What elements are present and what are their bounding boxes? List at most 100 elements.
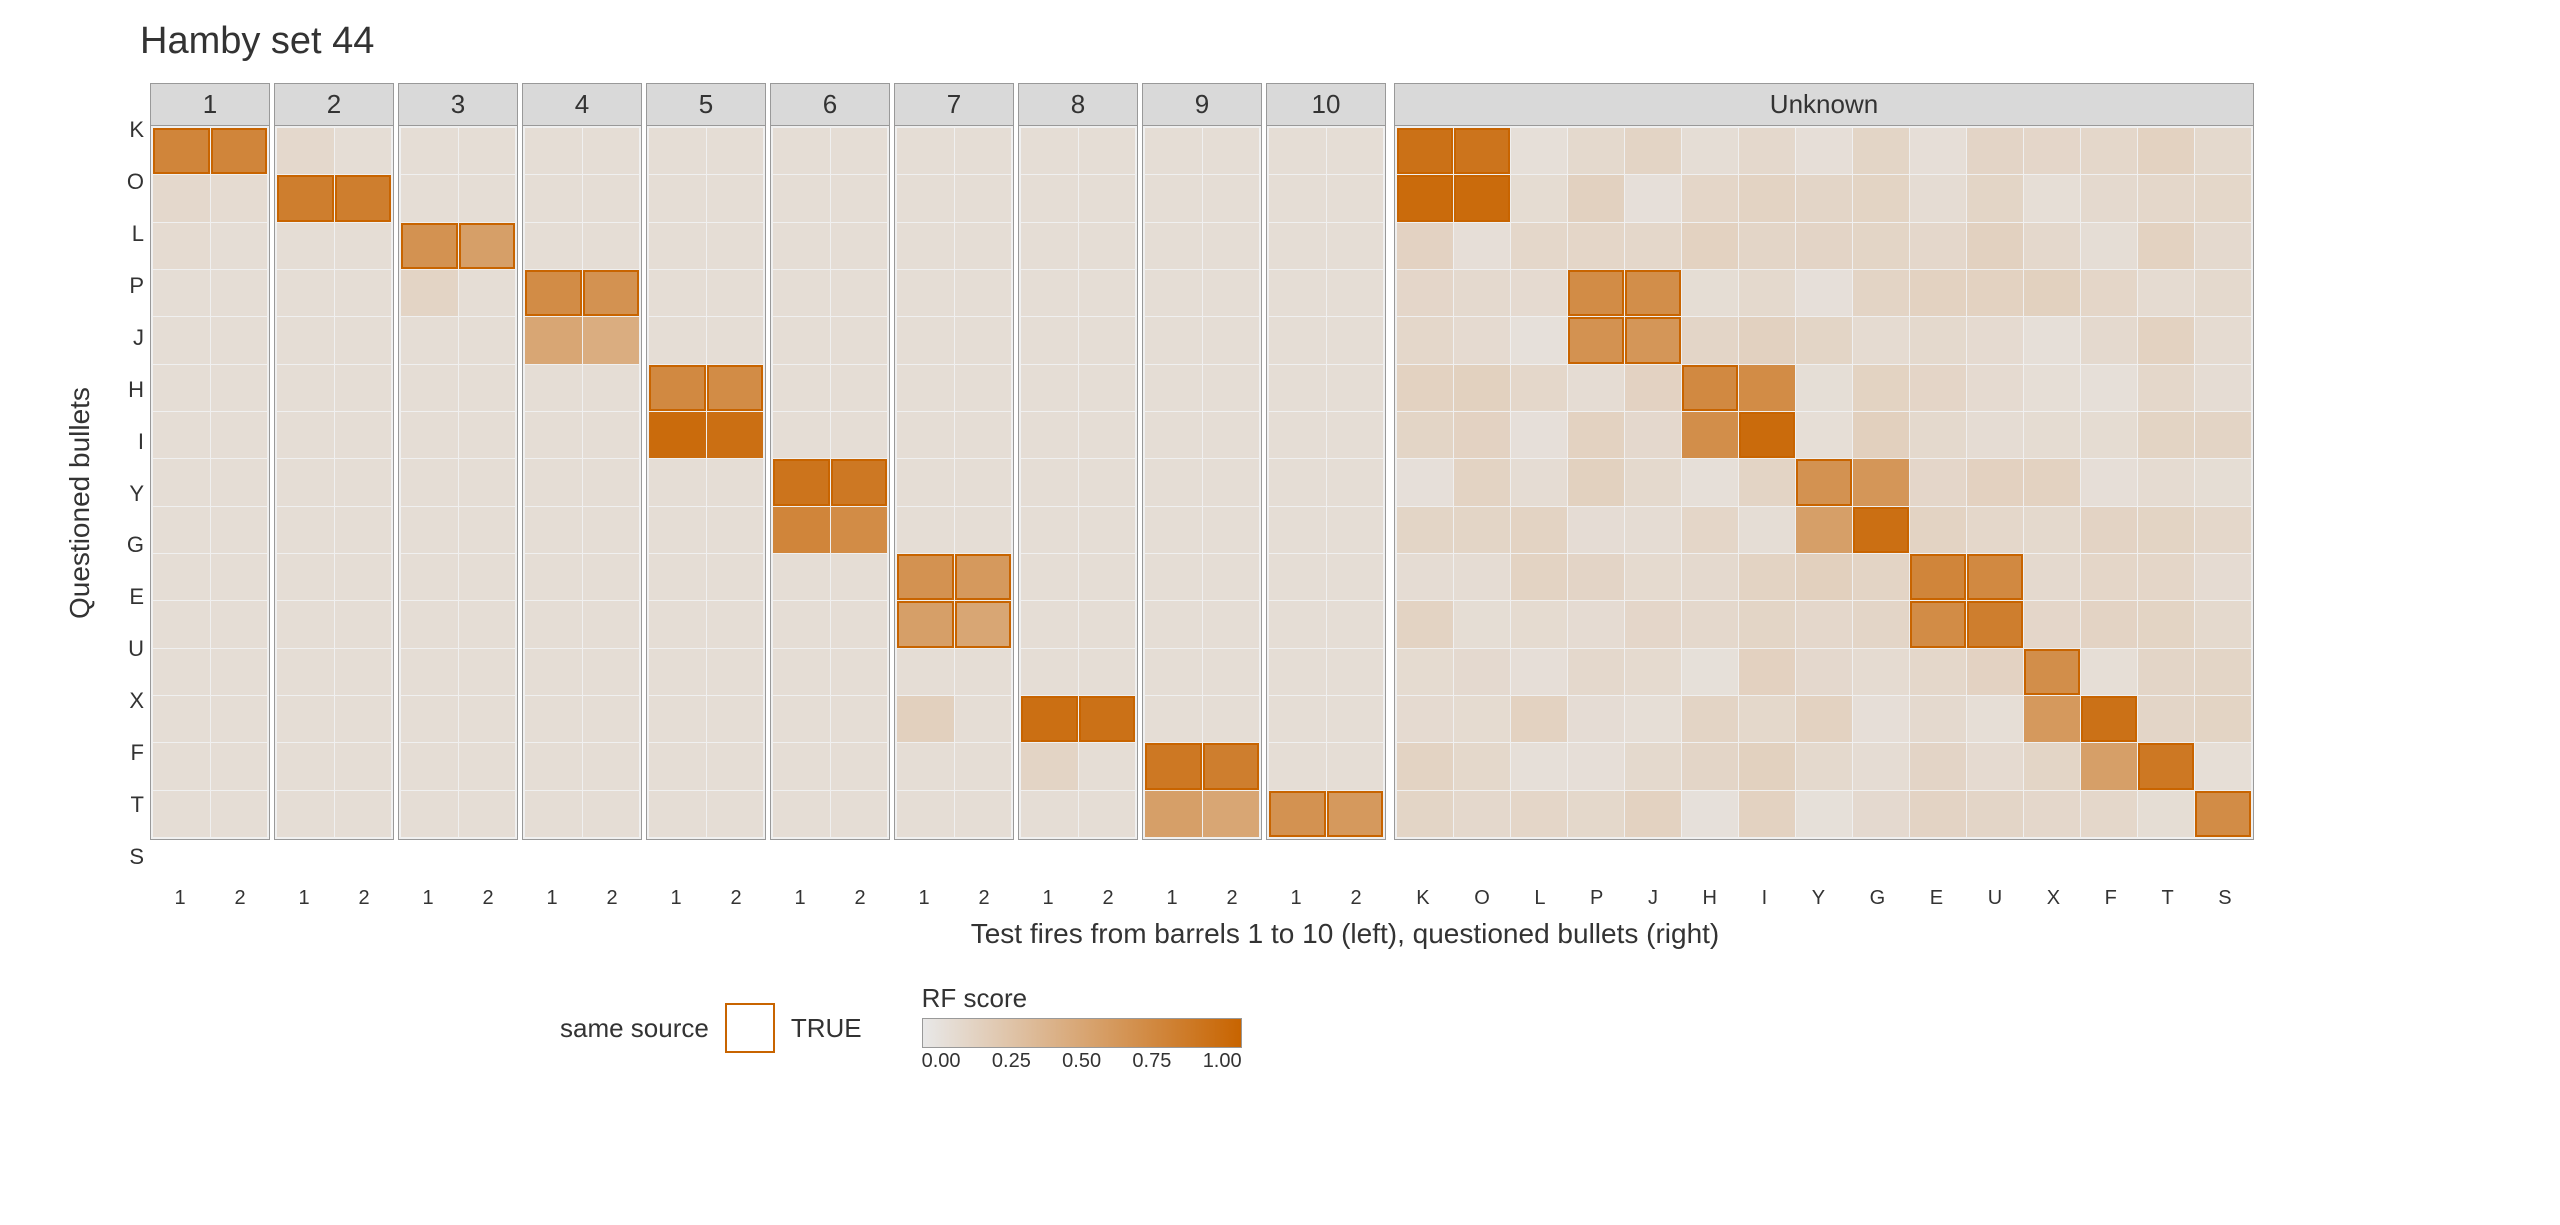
cell-b9-r3-c0 xyxy=(1145,270,1202,316)
cell-unk-r14-c5 xyxy=(1682,791,1738,837)
cell-b3-r0-c1 xyxy=(459,128,516,174)
cell-b7-r1-c0 xyxy=(897,175,954,221)
cell-unk-r12-c3 xyxy=(1568,696,1624,742)
cell-unk-r11-c2 xyxy=(1511,649,1567,695)
cell-unk-r0-c5 xyxy=(1682,128,1738,174)
cell-unk-r2-c4 xyxy=(1625,223,1681,269)
cell-unk-r5-c9 xyxy=(1910,365,1966,411)
cell-b4-r2-c0 xyxy=(525,223,582,269)
cell-unk-r13-c0 xyxy=(1397,743,1453,789)
cell-unk-r3-c6 xyxy=(1739,270,1795,316)
cell-unk-r1-c4 xyxy=(1625,175,1681,221)
cell-b9-r6-c0 xyxy=(1145,412,1202,458)
cell-unk-r2-c13 xyxy=(2138,223,2194,269)
y-tick-Y: Y xyxy=(100,468,150,520)
cell-b2-r10-c1 xyxy=(335,601,392,647)
cell-unk-r8-c13 xyxy=(2138,507,2194,553)
cell-b10-r0-c1 xyxy=(1327,128,1384,174)
cell-unk-r13-c13 xyxy=(2138,743,2194,789)
barrel-panel-7: 7 xyxy=(894,83,1014,840)
cell-b8-r6-c1 xyxy=(1079,412,1136,458)
cell-unk-r9-c7 xyxy=(1796,554,1852,600)
cell-unk-r13-c7 xyxy=(1796,743,1852,789)
cell-b1-r3-c1 xyxy=(211,270,268,316)
cell-b5-r9-c0 xyxy=(649,554,706,600)
cell-b4-r7-c0 xyxy=(525,459,582,505)
cell-unk-r6-c5 xyxy=(1682,412,1738,458)
cell-unk-r14-c7 xyxy=(1796,791,1852,837)
cell-unk-r13-c10 xyxy=(1967,743,2023,789)
x-ticks-unknown: KOLPJHIYGEUXFTS xyxy=(1394,887,2254,910)
cell-b7-r11-c0 xyxy=(897,649,954,695)
barrel-panel-header-9: 9 xyxy=(1143,84,1261,126)
cell-unk-r12-c14 xyxy=(2195,696,2251,742)
cell-b1-r12-c1 xyxy=(211,696,268,742)
cell-b9-r4-c0 xyxy=(1145,317,1202,363)
cell-unk-r4-c2 xyxy=(1511,317,1567,363)
cell-b5-r10-c1 xyxy=(707,601,764,647)
cell-b3-r12-c1 xyxy=(459,696,516,742)
barrel-panel-3: 3 xyxy=(398,83,518,840)
cell-b7-r13-c0 xyxy=(897,743,954,789)
chart-container: Hamby set 44 Questioned bullets K O L P … xyxy=(60,20,2540,1200)
cell-b4-r11-c1 xyxy=(583,649,640,695)
cell-b2-r9-c0 xyxy=(277,554,334,600)
cell-b8-r10-c0 xyxy=(1021,601,1078,647)
cell-unk-r10-c10 xyxy=(1967,601,2023,647)
cell-unk-r14-c9 xyxy=(1910,791,1966,837)
cell-unk-r2-c0 xyxy=(1397,223,1453,269)
cell-b10-r14-c0 xyxy=(1269,791,1326,837)
cell-unk-r7-c1 xyxy=(1454,459,1510,505)
cell-b4-r14-c0 xyxy=(525,791,582,837)
cell-unk-r7-c4 xyxy=(1625,459,1681,505)
cell-unk-r5-c13 xyxy=(2138,365,2194,411)
cell-b6-r4-c0 xyxy=(773,317,830,363)
cell-b4-r4-c1 xyxy=(583,317,640,363)
cell-unk-r3-c2 xyxy=(1511,270,1567,316)
cell-unk-r13-c3 xyxy=(1568,743,1624,789)
cell-b10-r3-c0 xyxy=(1269,270,1326,316)
cell-b1-r11-c1 xyxy=(211,649,268,695)
cell-unk-r11-c13 xyxy=(2138,649,2194,695)
cell-unk-r14-c1 xyxy=(1454,791,1510,837)
cell-b9-r10-c0 xyxy=(1145,601,1202,647)
cell-b10-r10-c0 xyxy=(1269,601,1326,647)
cell-b8-r6-c0 xyxy=(1021,412,1078,458)
cell-unk-r7-c12 xyxy=(2081,459,2137,505)
cell-unk-r10-c8 xyxy=(1853,601,1909,647)
cell-b6-r2-c0 xyxy=(773,223,830,269)
cell-b5-r0-c1 xyxy=(707,128,764,174)
cell-b1-r10-c1 xyxy=(211,601,268,647)
cell-unk-r1-c0 xyxy=(1397,175,1453,221)
cell-unk-r9-c6 xyxy=(1739,554,1795,600)
cell-b2-r1-c0 xyxy=(277,175,334,221)
barrel-panel-header-8: 8 xyxy=(1019,84,1137,126)
cell-unk-r1-c6 xyxy=(1739,175,1795,221)
cell-b5-r7-c0 xyxy=(649,459,706,505)
cell-b3-r14-c1 xyxy=(459,791,516,837)
cell-b6-r1-c0 xyxy=(773,175,830,221)
y-axis-label: Questioned bullets xyxy=(60,103,100,903)
cell-b10-r6-c1 xyxy=(1327,412,1384,458)
cell-b8-r7-c0 xyxy=(1021,459,1078,505)
cell-b1-r0-c0 xyxy=(153,128,210,174)
cell-unk-r11-c4 xyxy=(1625,649,1681,695)
cell-unk-r12-c8 xyxy=(1853,696,1909,742)
cell-b3-r9-c0 xyxy=(401,554,458,600)
cell-b10-r0-c0 xyxy=(1269,128,1326,174)
cell-b5-r1-c1 xyxy=(707,175,764,221)
cell-unk-r4-c12 xyxy=(2081,317,2137,363)
cell-unk-r5-c10 xyxy=(1967,365,2023,411)
cell-b8-r10-c1 xyxy=(1079,601,1136,647)
cell-unk-r10-c3 xyxy=(1568,601,1624,647)
cell-unk-r9-c5 xyxy=(1682,554,1738,600)
cell-unk-r3-c10 xyxy=(1967,270,2023,316)
cell-b3-r8-c1 xyxy=(459,507,516,553)
cell-b6-r13-c0 xyxy=(773,743,830,789)
cell-unk-r2-c10 xyxy=(1967,223,2023,269)
cell-b9-r6-c1 xyxy=(1203,412,1260,458)
rf-tick-25: 0.25 xyxy=(992,1050,1031,1073)
cell-unk-r0-c7 xyxy=(1796,128,1852,174)
cell-b8-r5-c1 xyxy=(1079,365,1136,411)
cell-b4-r1-c1 xyxy=(583,175,640,221)
